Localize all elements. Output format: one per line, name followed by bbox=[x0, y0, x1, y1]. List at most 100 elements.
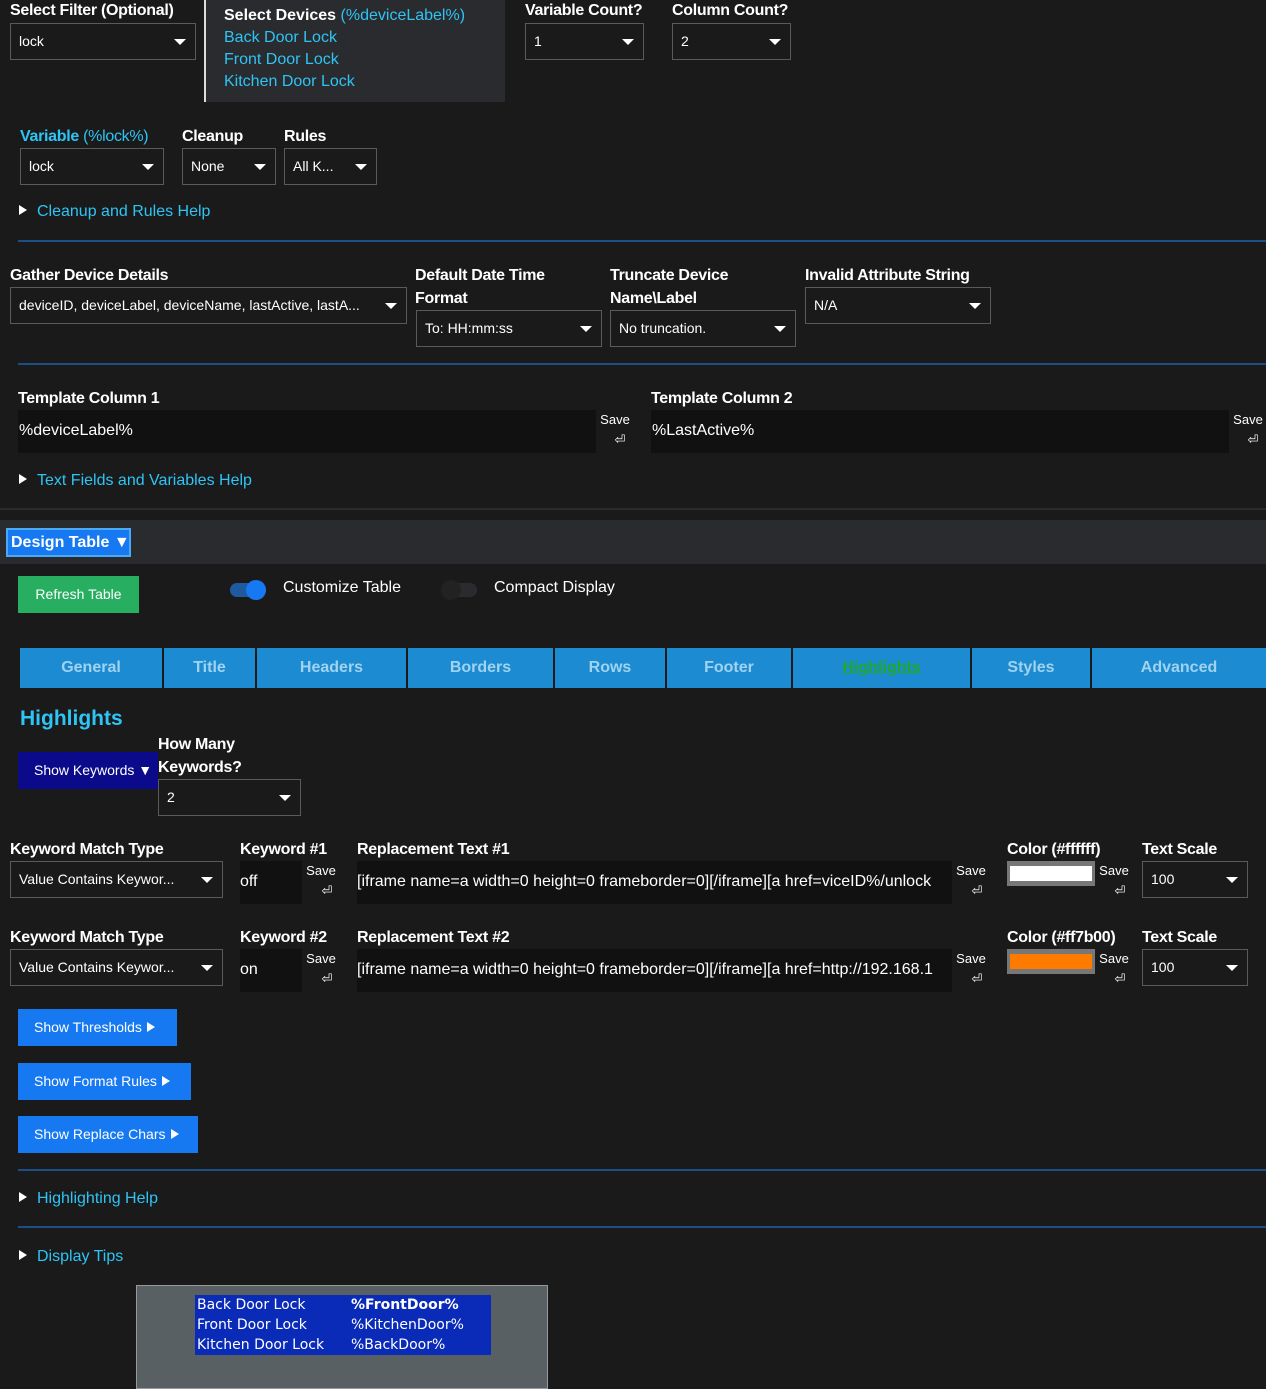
invalid-label: Invalid Attribute String bbox=[805, 267, 970, 284]
preview-cell: Kitchen Door Lock bbox=[197, 1337, 325, 1353]
highlighting-help-text: Highlighting Help bbox=[37, 1190, 158, 1207]
match-type-value: Value Contains Keywor... bbox=[19, 871, 175, 887]
text-help-toggle[interactable]: Text Fields and Variables Help bbox=[19, 472, 252, 490]
variable-hint: (%lock%) bbox=[83, 128, 149, 145]
tab-advanced[interactable]: Advanced bbox=[1092, 648, 1266, 688]
show-format-rules-button[interactable]: Show Format Rules bbox=[18, 1063, 191, 1100]
filter-select[interactable]: lock bbox=[10, 23, 196, 60]
cleanup-select[interactable]: None bbox=[182, 148, 276, 185]
keyword-label: Keyword #1 bbox=[240, 841, 327, 858]
replacement-input[interactable]: [iframe name=a width=0 height=0 framebor… bbox=[357, 861, 952, 904]
enter-icon: ⏎ bbox=[1247, 432, 1259, 447]
chevron-down-icon bbox=[580, 326, 592, 332]
display-tips-text: Display Tips bbox=[37, 1248, 124, 1265]
tab-borders[interactable]: Borders bbox=[408, 648, 553, 688]
truncate-label-1: Truncate Device bbox=[610, 267, 729, 284]
variable-count-value: 1 bbox=[534, 33, 542, 49]
column-count-value: 2 bbox=[681, 33, 689, 49]
replacement-save-button[interactable]: Save ⏎ bbox=[954, 949, 988, 989]
customize-label: Customize Table bbox=[283, 579, 401, 596]
variable-select[interactable]: lock bbox=[20, 148, 164, 185]
device-picker[interactable]: Select Devices (%deviceLabel%) Back Door… bbox=[204, 0, 505, 102]
color-save-button[interactable]: Save ⏎ bbox=[1097, 861, 1131, 901]
divider bbox=[18, 1169, 1266, 1171]
column-count-select[interactable]: 2 bbox=[672, 23, 791, 60]
triangle-right-icon bbox=[19, 1192, 27, 1202]
enter-icon: ⏎ bbox=[1114, 971, 1126, 986]
toggle-knob bbox=[441, 580, 461, 600]
chevron-down-icon bbox=[279, 795, 291, 801]
gather-select[interactable]: deviceID, deviceLabel, deviceName, lastA… bbox=[10, 287, 407, 324]
tab-headers[interactable]: Headers bbox=[257, 648, 406, 688]
text-scale-select[interactable]: 100 bbox=[1142, 861, 1248, 898]
show-keywords-button[interactable]: Show Keywords ▼ bbox=[18, 752, 158, 789]
tab-general[interactable]: General bbox=[20, 648, 162, 688]
highlights-title: Highlights bbox=[20, 707, 123, 730]
color-save-button[interactable]: Save ⏎ bbox=[1097, 949, 1131, 989]
refresh-table-button[interactable]: Refresh Table bbox=[18, 576, 139, 613]
filter-label: Select Filter (Optional) bbox=[10, 2, 174, 19]
design-table-button[interactable]: Design Table ▼ bbox=[6, 528, 131, 557]
save-label: Save bbox=[1099, 863, 1129, 878]
tab-highlights[interactable]: Highlights bbox=[793, 648, 970, 688]
cleanup-value: None bbox=[191, 158, 225, 174]
keyword-input[interactable]: on bbox=[240, 949, 302, 992]
toggle-knob bbox=[246, 580, 266, 600]
gather-value: deviceID, deviceLabel, deviceName, lastA… bbox=[19, 297, 360, 313]
match-type-select[interactable]: Value Contains Keywor... bbox=[10, 949, 223, 986]
device-item[interactable]: Kitchen Door Lock bbox=[224, 73, 355, 91]
template2-save-button[interactable]: Save ⏎ bbox=[1231, 410, 1265, 450]
how-many-select[interactable]: 2 bbox=[158, 779, 301, 816]
customize-toggle[interactable] bbox=[230, 580, 266, 600]
variable-label-text: Variable bbox=[20, 128, 79, 145]
keyword-input[interactable]: off bbox=[240, 861, 302, 904]
replacement-input[interactable]: [iframe name=a width=0 height=0 framebor… bbox=[357, 949, 952, 992]
template1-save-button[interactable]: Save ⏎ bbox=[598, 410, 632, 450]
tab-title[interactable]: Title bbox=[164, 648, 255, 688]
rules-select[interactable]: All K... bbox=[284, 148, 377, 185]
tab-footer[interactable]: Footer bbox=[667, 648, 791, 688]
display-tips-toggle[interactable]: Display Tips bbox=[19, 1248, 123, 1266]
variable-label: Variable (%lock%) bbox=[20, 128, 149, 146]
match-type-label: Keyword Match Type bbox=[10, 841, 164, 858]
rules-value: All K... bbox=[293, 158, 334, 174]
template1-label: Template Column 1 bbox=[18, 390, 160, 407]
tab-rows[interactable]: Rows bbox=[555, 648, 665, 688]
gather-label: Gather Device Details bbox=[10, 267, 169, 284]
truncate-value: No truncation. bbox=[619, 320, 707, 336]
text-scale-label: Text Scale bbox=[1142, 841, 1217, 858]
enter-icon: ⏎ bbox=[971, 883, 983, 898]
template1-input[interactable]: %deviceLabel% bbox=[18, 410, 596, 453]
match-type-select[interactable]: Value Contains Keywor... bbox=[10, 861, 223, 898]
device-item[interactable]: Back Door Lock bbox=[224, 29, 337, 47]
color-picker[interactable] bbox=[1007, 861, 1095, 886]
replacement-save-button[interactable]: Save ⏎ bbox=[954, 861, 988, 901]
chevron-down-icon bbox=[969, 303, 981, 309]
invalid-select[interactable]: N/A bbox=[805, 287, 991, 324]
template2-input[interactable]: %LastActive% bbox=[651, 410, 1229, 453]
rules-label: Rules bbox=[284, 128, 327, 145]
preview-cell: Back Door Lock bbox=[197, 1297, 306, 1313]
divider bbox=[18, 240, 1266, 242]
cleanup-help-toggle[interactable]: Cleanup and Rules Help bbox=[19, 203, 210, 221]
column-count-label: Column Count? bbox=[672, 2, 789, 19]
preview-table: Back Door Lock %FrontDoor% Front Door Loc… bbox=[195, 1295, 491, 1355]
show-thresholds-button[interactable]: Show Thresholds bbox=[18, 1009, 177, 1046]
variable-count-select[interactable]: 1 bbox=[525, 23, 644, 60]
compact-label: Compact Display bbox=[494, 579, 615, 596]
color-label: Color (#ff7b00) bbox=[1007, 929, 1116, 946]
compact-toggle[interactable] bbox=[441, 580, 477, 600]
keyword-save-button[interactable]: Save ⏎ bbox=[304, 861, 338, 901]
device-item[interactable]: Front Door Lock bbox=[224, 51, 339, 69]
date-format-select[interactable]: To: HH:mm:ss bbox=[416, 310, 602, 347]
show-replace-chars-button[interactable]: Show Replace Chars bbox=[18, 1116, 198, 1153]
preview-cell: Front Door Lock bbox=[197, 1317, 307, 1333]
highlighting-help-toggle[interactable]: Highlighting Help bbox=[19, 1190, 158, 1208]
color-picker[interactable] bbox=[1007, 949, 1095, 974]
keyword-save-button[interactable]: Save ⏎ bbox=[304, 949, 338, 989]
text-scale-select[interactable]: 100 bbox=[1142, 949, 1248, 986]
truncate-select[interactable]: No truncation. bbox=[610, 310, 796, 347]
save-label: Save bbox=[306, 863, 336, 878]
tab-styles[interactable]: Styles bbox=[972, 648, 1090, 688]
date-format-value: To: HH:mm:ss bbox=[425, 320, 513, 336]
